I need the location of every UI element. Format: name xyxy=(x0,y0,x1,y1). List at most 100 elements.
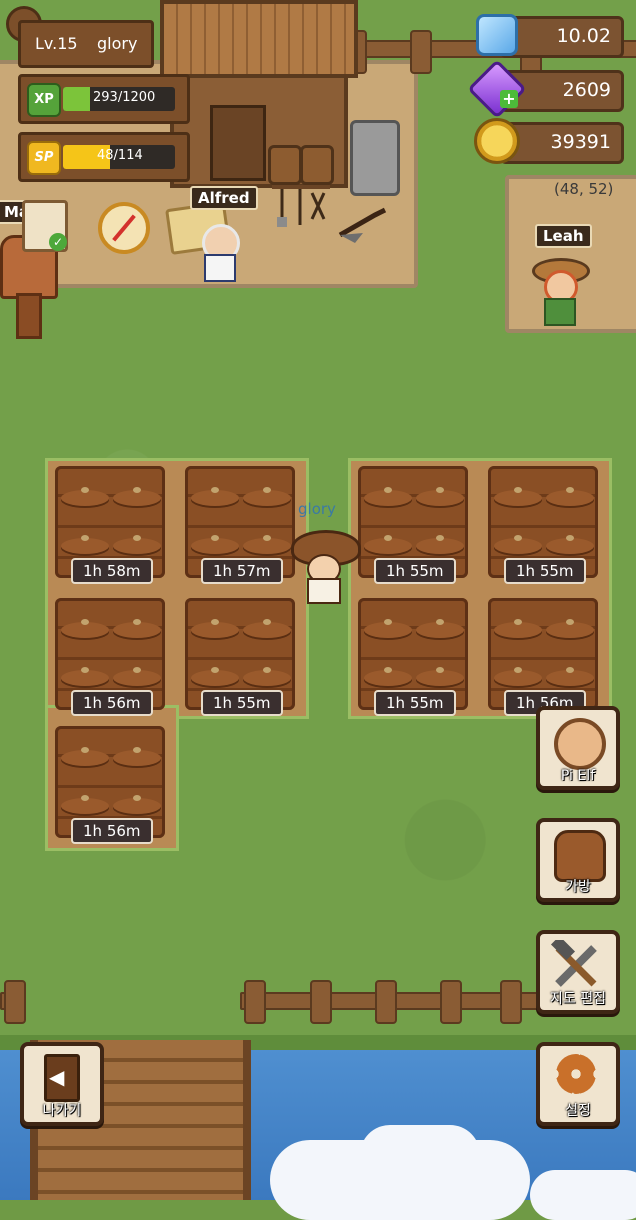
tools-icon xyxy=(277,189,326,227)
crop-timer: 1h 55m xyxy=(374,690,456,716)
crop-plot[interactable]: 1h 55m xyxy=(488,466,598,584)
gear-icon xyxy=(556,1054,596,1094)
seed-mound xyxy=(191,667,239,686)
crop-plot[interactable]: 1h 56m xyxy=(55,598,165,716)
seed-mound xyxy=(546,487,594,506)
seed-mound xyxy=(494,487,542,506)
plow-icon xyxy=(338,207,387,243)
crop-timer: 1h 56m xyxy=(71,818,153,844)
crop-timer: 1h 57m xyxy=(201,558,283,584)
npc-alfred[interactable] xyxy=(196,224,240,282)
farmhouse-roof xyxy=(160,0,358,78)
map-coordinates: (48, 52) xyxy=(554,180,614,198)
crystal-panel[interactable]: 10.02 xyxy=(500,16,624,58)
crop-plot[interactable]: 1h 56m xyxy=(488,598,598,716)
sp-panel[interactable]: SP 48/114 xyxy=(18,132,190,182)
coin-icon xyxy=(474,118,520,164)
seed-mound xyxy=(243,535,291,554)
settings-button[interactable]: 설정 xyxy=(536,1042,620,1126)
gem-amount: 2609 xyxy=(562,79,611,101)
seed-mound xyxy=(416,487,464,506)
seed-mound xyxy=(61,795,109,814)
backpack-icon xyxy=(554,830,606,882)
seed-mound xyxy=(113,487,161,506)
fence-post xyxy=(310,980,332,1024)
add-gem-icon[interactable]: + xyxy=(500,90,518,108)
seed-mound xyxy=(416,619,464,638)
settings-label: 설정 xyxy=(565,1103,591,1119)
seed-mound xyxy=(61,747,109,766)
fence-post xyxy=(244,980,266,1024)
crop-timer: 1h 56m xyxy=(71,690,153,716)
exit-door-icon: ◀ xyxy=(44,1054,80,1102)
npc-pi-elf-button[interactable]: Pi Elf xyxy=(536,706,620,790)
crop-plot[interactable]: 1h 55m xyxy=(358,466,468,584)
leah-body xyxy=(544,298,576,326)
barrel xyxy=(300,145,334,185)
seed-mound xyxy=(546,619,594,638)
bag-button[interactable]: 가방 xyxy=(536,818,620,902)
check-icon: ✓ xyxy=(49,233,67,251)
seed-mound xyxy=(364,535,412,554)
crop-plot[interactable]: 1h 57m xyxy=(185,466,295,584)
exit-button[interactable]: ◀ 나가기 xyxy=(20,1042,104,1126)
hammer-wrench-icon xyxy=(550,940,597,987)
sp-value: 48/114 xyxy=(97,148,143,163)
compass-icon[interactable] xyxy=(98,202,150,254)
exit-arrow-icon: ◀ xyxy=(49,1065,65,1089)
crop-timer: 1h 58m xyxy=(71,558,153,584)
crop-plot[interactable]: 1h 58m xyxy=(55,466,165,584)
seed-mound xyxy=(364,619,412,638)
seed-mound xyxy=(113,795,161,814)
seed-mound xyxy=(364,667,412,686)
water-well[interactable] xyxy=(350,120,400,196)
crystal-icon xyxy=(476,14,518,56)
xp-icon: XP xyxy=(27,83,61,117)
seed-mound xyxy=(191,619,239,638)
seed-mound xyxy=(494,667,542,686)
seed-mound xyxy=(243,667,291,686)
npc-name-leah: Leah xyxy=(535,224,592,248)
seed-mound xyxy=(546,667,594,686)
seed-mound xyxy=(364,487,412,506)
fence-post xyxy=(500,980,522,1024)
alfred-body xyxy=(204,254,236,282)
crop-plot[interactable]: 1h 56m xyxy=(55,726,165,844)
seed-mound xyxy=(243,487,291,506)
player-name: glory xyxy=(97,34,138,53)
crop-plot[interactable]: 1h 55m xyxy=(358,598,468,716)
sp-icon: SP xyxy=(27,141,61,175)
seed-mound xyxy=(191,487,239,506)
farmhouse-door[interactable] xyxy=(210,105,266,181)
seed-mound xyxy=(494,535,542,554)
player-name-tag: glory xyxy=(298,500,336,518)
player-level-panel[interactable]: Lv.15 glory xyxy=(18,20,154,68)
crop-plot[interactable]: 1h 55m xyxy=(185,598,295,716)
seed-mound xyxy=(113,667,161,686)
quest-scroll-icon[interactable]: ✓ xyxy=(22,200,68,252)
coin-amount: 39391 xyxy=(550,131,611,153)
seed-mound xyxy=(61,619,109,638)
cloud xyxy=(530,1170,636,1220)
fence-post xyxy=(4,980,26,1024)
map-edit-button[interactable]: 지도 편집 xyxy=(536,930,620,1014)
seed-mound xyxy=(191,535,239,554)
barrel xyxy=(268,145,302,185)
seed-mound xyxy=(546,535,594,554)
fence-post xyxy=(440,980,462,1024)
seed-mound xyxy=(61,667,109,686)
npc-name-alfred: Alfred xyxy=(190,186,258,210)
tool-rack xyxy=(272,185,330,229)
seed-mound xyxy=(416,667,464,686)
seed-mound xyxy=(113,747,161,766)
bag-label: 가방 xyxy=(565,879,591,895)
cloud xyxy=(360,1125,480,1185)
player-level: Lv.15 xyxy=(35,34,78,53)
player-character[interactable] xyxy=(287,522,361,604)
pi-elf-portrait-icon xyxy=(554,718,606,770)
crop-timer: 1h 55m xyxy=(504,558,586,584)
xp-panel[interactable]: XP 293/1200 xyxy=(18,74,190,124)
xp-value: 293/1200 xyxy=(93,90,156,105)
npc-leah[interactable] xyxy=(532,258,590,326)
xp-bar-fill xyxy=(63,87,91,111)
